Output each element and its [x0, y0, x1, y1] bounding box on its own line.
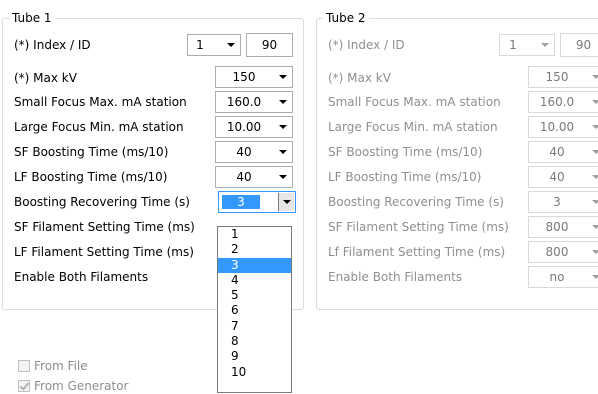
tube2-sf-boost-select[interactable]: 40 [528, 141, 598, 163]
chevron-down-icon[interactable] [536, 35, 554, 55]
chevron-down-icon[interactable] [274, 92, 292, 112]
checkbox-box[interactable] [18, 360, 30, 372]
tube2-lf-min-ma-select[interactable]: 10.00 [528, 116, 598, 138]
tube1-maxkv-value: 150 [232, 70, 256, 84]
tube2-boost-recover-value: 3 [553, 195, 561, 209]
tube2-maxkv-value: 150 [545, 70, 569, 84]
chevron-down-icon[interactable] [274, 67, 292, 87]
chevron-down-icon[interactable] [587, 92, 598, 112]
dropdown-option[interactable]: 10 [218, 365, 291, 380]
chevron-down-icon[interactable] [587, 267, 598, 287]
tube1-row-label: SF Boosting Time (ms/10) [14, 145, 169, 159]
checkbox-checked[interactable] [18, 380, 30, 392]
chevron-down-icon[interactable] [222, 35, 240, 55]
dropdown-option[interactable]: 6 [218, 303, 291, 318]
tube2-lf-min-ma-value: 10.00 [539, 120, 575, 134]
from-file-checkbox[interactable]: From File [18, 359, 88, 373]
tube2-index-value: 1 [509, 38, 517, 52]
tube2-row-label: Small Focus Max. mA station [328, 95, 501, 109]
from-file-label: From File [34, 359, 88, 373]
dropdown-option-selected[interactable]: 3 [218, 257, 291, 273]
tube1-sf-boost-value: 40 [236, 145, 252, 159]
tube1-index-label: (*) Index / ID [14, 38, 91, 52]
tube2-sf-max-ma-select[interactable]: 160.0 [528, 91, 598, 113]
tube1-boost-recover-value: 3 [222, 195, 260, 209]
tube1-row-label: Boosting Recovering Time (s) [14, 195, 190, 209]
chevron-down-icon[interactable] [278, 193, 294, 211]
tube2-lf-filament-select[interactable]: 800 [528, 241, 598, 263]
tube1-lf-boost-select[interactable]: 40 [215, 166, 293, 188]
tube1-boost-recover-select[interactable]: 3 [218, 191, 296, 213]
chevron-down-icon[interactable] [274, 167, 292, 187]
tube1-id-field[interactable]: 90 [246, 33, 293, 57]
chevron-down-icon[interactable] [587, 67, 598, 87]
tube1-title: Tube 1 [9, 11, 55, 25]
tube2-row-label: Boosting Recovering Time (s) [328, 195, 504, 209]
chevron-down-icon[interactable] [587, 242, 598, 262]
chevron-down-icon[interactable] [587, 192, 598, 212]
tube1-index-value: 1 [196, 38, 204, 52]
from-generator-checkbox[interactable]: From Generator [18, 379, 128, 393]
dropdown-option[interactable]: 4 [218, 273, 291, 288]
tube1-row-label: Enable Both Filaments [14, 270, 149, 284]
tube1-row-label: SF Filament Setting Time (ms) [14, 220, 195, 234]
tube2-id-field[interactable]: 90 [560, 33, 598, 57]
chevron-down-icon[interactable] [587, 217, 598, 237]
tube2-enable-filaments-value: no [549, 270, 565, 284]
tube2-index-select[interactable]: 1 [499, 34, 555, 56]
tube2-lf-filament-value: 800 [545, 245, 569, 259]
tube1-row-label: Large Focus Min. mA station [14, 120, 184, 134]
tube2-row-label: Lf Filament Setting Time (ms) [328, 245, 506, 259]
tube2-sf-filament-value: 800 [545, 220, 569, 234]
tube1-index-select[interactable]: 1 [187, 34, 241, 56]
boost-recover-dropdown-list[interactable]: 1 2 3 4 5 6 7 8 9 10 [217, 226, 292, 393]
chevron-down-icon[interactable] [587, 142, 598, 162]
tube2-enable-filaments-select[interactable]: no [528, 266, 598, 288]
tube2-row-label: SF Filament Setting Time (ms) [328, 220, 509, 234]
tube1-maxkv-select[interactable]: 150 [215, 66, 293, 88]
tube2-index-label: (*) Index / ID [328, 38, 405, 52]
tube2-sf-max-ma-value: 160.0 [539, 95, 575, 109]
tube1-row-label: LF Filament Setting Time (ms) [14, 245, 194, 259]
chevron-down-icon[interactable] [587, 167, 598, 187]
tube1-lf-min-ma-select[interactable]: 10.00 [215, 116, 293, 138]
dropdown-option[interactable]: 7 [218, 319, 291, 334]
tube1-row-label: LF Boosting Time (ms/10) [14, 170, 168, 184]
chevron-down-icon[interactable] [274, 142, 292, 162]
tube2-lf-boost-select[interactable]: 40 [528, 166, 598, 188]
tube1-lf-min-ma-value: 10.00 [226, 120, 262, 134]
tube2-row-label: SF Boosting Time (ms/10) [328, 145, 483, 159]
tube2-sf-filament-select[interactable]: 800 [528, 216, 598, 238]
tube2-maxkv-select[interactable]: 150 [528, 66, 598, 88]
dropdown-option[interactable]: 8 [218, 334, 291, 349]
chevron-down-icon[interactable] [274, 117, 292, 137]
tube1-sf-boost-select[interactable]: 40 [215, 141, 293, 163]
tube1-sf-max-ma-value: 160.0 [226, 95, 262, 109]
tube2-boost-recover-select[interactable]: 3 [528, 191, 598, 213]
dropdown-option[interactable]: 5 [218, 288, 291, 303]
tube1-row-label: (*) Max kV [14, 71, 77, 85]
tube2-group: Tube 2 (*) Index / ID 1 90 (*) Max kV 15… [316, 11, 598, 310]
tube2-row-label: LF Boosting Time (ms/10) [328, 170, 482, 184]
dropdown-option[interactable]: 2 [218, 242, 291, 257]
tube2-lf-boost-value: 40 [549, 170, 565, 184]
dropdown-option[interactable]: 9 [218, 349, 291, 364]
chevron-down-icon[interactable] [587, 117, 598, 137]
dropdown-option[interactable]: 1 [218, 227, 291, 242]
tube2-row-label: (*) Max kV [328, 71, 391, 85]
tube2-row-label: Enable Both Filaments [328, 270, 463, 284]
tube2-title: Tube 2 [323, 11, 369, 25]
tube2-sf-boost-value: 40 [549, 145, 565, 159]
tube2-row-label: Large Focus Min. mA station [328, 120, 498, 134]
tube1-row-label: Small Focus Max. mA station [14, 95, 187, 109]
tube1-sf-max-ma-select[interactable]: 160.0 [215, 91, 293, 113]
from-generator-label: From Generator [34, 379, 129, 393]
tube1-lf-boost-value: 40 [236, 170, 252, 184]
